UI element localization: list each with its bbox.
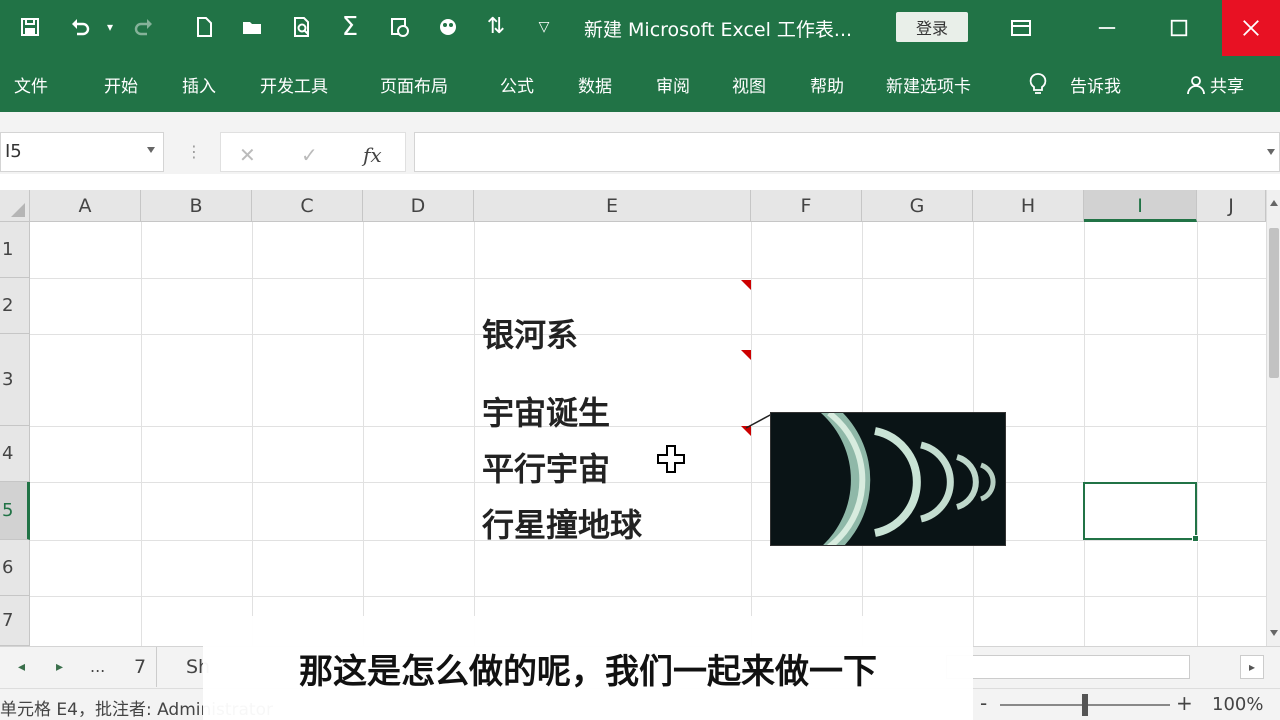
row-header-1[interactable]: 1 — [0, 222, 30, 278]
tell-me-box[interactable]: 告诉我 — [1070, 72, 1121, 97]
enter-icon[interactable]: ✓ — [301, 143, 318, 167]
share-label: 共享 — [1210, 77, 1244, 97]
column-header-f[interactable]: F — [751, 190, 862, 222]
tab-view[interactable]: 视图 — [732, 72, 766, 97]
row-header-5[interactable]: 5 — [0, 482, 30, 540]
vertical-scroll-thumb[interactable] — [1269, 228, 1279, 378]
video-subtitle: 那这是怎么做的呢，我们一起来做一下 — [203, 616, 973, 720]
tab-page-layout[interactable]: 页面布局 — [380, 72, 448, 97]
tab-data[interactable]: 数据 — [578, 72, 612, 97]
formula-input[interactable] — [414, 132, 1280, 172]
column-header-d[interactable]: D — [363, 190, 474, 222]
redo-icon[interactable] — [130, 12, 158, 42]
tab-developer[interactable]: 开发工具 — [260, 72, 328, 97]
scroll-right-icon[interactable]: ▸ — [1240, 655, 1264, 679]
name-box[interactable]: I5 — [0, 132, 164, 172]
tab-review[interactable]: 审阅 — [656, 72, 690, 97]
zoom-in-button[interactable]: + — [1176, 691, 1193, 715]
column-header-h[interactable]: H — [973, 190, 1084, 222]
print-preview-icon[interactable] — [288, 12, 316, 42]
worksheet-grid[interactable]: A B C D E F G H I J 1 2 3 4 5 6 7 银河系 宇宙… — [0, 190, 1280, 646]
excel-window: ▾ Σ ⇅ ▽ 新建 Microsoft Excel 工作表... 登录 文件 … — [0, 0, 1280, 720]
undo-dropdown-icon[interactable]: ▾ — [96, 12, 124, 42]
tab-insert[interactable]: 插入 — [182, 72, 216, 97]
cell-e3[interactable]: 宇宙诞生 — [482, 388, 610, 434]
lightbulb-icon[interactable] — [1028, 72, 1048, 96]
row-header-6[interactable]: 6 — [0, 540, 30, 596]
fill-handle[interactable] — [1192, 535, 1199, 542]
person-icon — [1187, 75, 1205, 94]
login-button[interactable]: 登录 — [896, 12, 968, 42]
tab-new-tab[interactable]: 新建选项卡 — [886, 72, 971, 97]
sheet-next-icon[interactable]: ▸ — [56, 659, 63, 675]
name-box-value: I5 — [5, 141, 22, 162]
cell-e5[interactable]: 行星撞地球 — [482, 500, 642, 546]
tab-file[interactable]: 文件 — [14, 72, 48, 97]
ribbon-display-icon[interactable] — [992, 0, 1050, 56]
chevron-down-icon[interactable] — [147, 147, 155, 153]
row-header-4[interactable]: 4 — [0, 426, 30, 482]
sheet-more-button[interactable]: ... — [90, 657, 105, 676]
row-header-3[interactable]: 3 — [0, 334, 30, 426]
color-icon[interactable] — [434, 12, 462, 42]
row-header-2[interactable]: 2 — [0, 278, 30, 334]
new-file-icon[interactable] — [190, 12, 218, 42]
column-header-c[interactable]: C — [252, 190, 363, 222]
column-header-j[interactable]: J — [1197, 190, 1266, 222]
scroll-down-icon[interactable] — [1270, 630, 1278, 636]
splitter-handle[interactable]: ⋮ — [186, 142, 202, 161]
cursor-icon — [657, 445, 685, 473]
column-header-b[interactable]: B — [141, 190, 252, 222]
column-header-e[interactable]: E — [474, 190, 751, 222]
cell-e4[interactable]: 平行宇宙 — [482, 444, 610, 490]
sheet-tab-7[interactable]: 7 — [124, 647, 158, 687]
comment-image-planets[interactable] — [770, 412, 1006, 546]
customize-qat-icon[interactable]: ▽ — [530, 12, 558, 42]
restore-icon[interactable] — [1150, 0, 1208, 56]
undo-icon[interactable] — [66, 12, 94, 42]
zoom-out-button[interactable]: - — [980, 691, 987, 715]
sheet-prev-icon[interactable]: ◂ — [18, 659, 25, 675]
column-header-i[interactable]: I — [1084, 190, 1197, 222]
window-title: 新建 Microsoft Excel 工作表... — [584, 19, 853, 41]
formula-bar: I5 ⋮ ✕ ✓ fx — [0, 130, 1280, 174]
row-header-7[interactable]: 7 — [0, 596, 30, 646]
tab-help[interactable]: 帮助 — [810, 72, 844, 97]
formula-buttons: ✕ ✓ fx — [220, 132, 406, 172]
cell-e2[interactable]: 银河系 — [482, 310, 578, 356]
close-icon[interactable] — [1222, 0, 1280, 56]
column-header-g[interactable]: G — [862, 190, 973, 222]
tab-formulas[interactable]: 公式 — [500, 72, 534, 97]
scroll-up-icon[interactable] — [1270, 200, 1278, 206]
insert-function-icon[interactable]: fx — [363, 143, 382, 167]
comment-indicator-e3[interactable] — [741, 350, 751, 360]
share-button[interactable]: 共享 — [1186, 72, 1244, 97]
save-icon[interactable] — [16, 12, 44, 42]
open-folder-icon[interactable] — [238, 12, 266, 42]
tab-home[interactable]: 开始 — [104, 72, 138, 97]
title-bar: ▾ Σ ⇅ ▽ 新建 Microsoft Excel 工作表... 登录 — [0, 0, 1280, 56]
expand-formula-icon[interactable] — [1267, 149, 1275, 155]
sort-icon[interactable]: ⇅ — [482, 12, 510, 42]
ribbon-tabs: 文件 开始 插入 开发工具 页面布局 公式 数据 审阅 视图 帮助 新建选项卡 … — [0, 56, 1280, 112]
column-header-a[interactable]: A — [30, 190, 141, 222]
active-cell-i5[interactable] — [1083, 482, 1197, 540]
ribbon-collapsed-area — [0, 112, 1280, 130]
horizontal-scrollbar[interactable] — [946, 655, 1190, 679]
vertical-scrollbar[interactable] — [1266, 190, 1280, 646]
planet-phases-image — [771, 413, 1005, 545]
sum-icon[interactable]: Σ — [336, 12, 364, 42]
select-all-corner[interactable] — [0, 190, 30, 222]
comment-indicator-e2[interactable] — [741, 280, 751, 290]
zoom-slider-thumb[interactable] — [1082, 694, 1088, 716]
cancel-icon[interactable]: ✕ — [239, 143, 256, 167]
minimize-icon[interactable] — [1078, 0, 1136, 56]
zoom-level[interactable]: 100% — [1212, 694, 1263, 715]
camera-icon[interactable] — [386, 12, 414, 42]
